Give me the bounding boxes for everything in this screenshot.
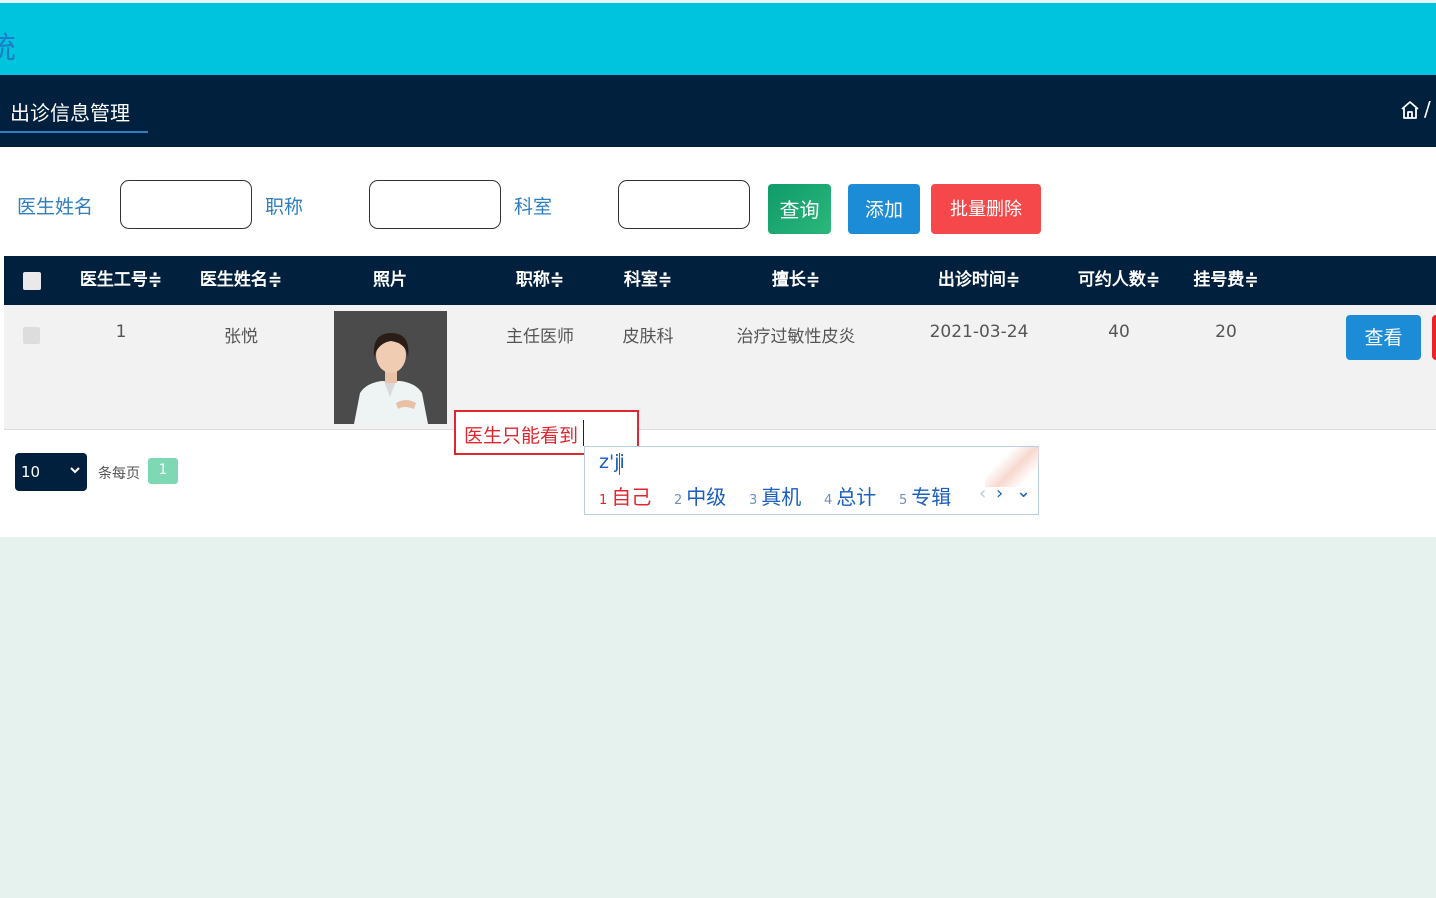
ime-candidate[interactable]: 3 真机 bbox=[749, 481, 801, 510]
ime-candidate[interactable]: 2 中级 bbox=[674, 481, 726, 510]
top-header: 统 bbox=[0, 0, 1436, 75]
batch-delete-button[interactable]: 批量删除 bbox=[931, 184, 1041, 234]
note-text-value: 医生只能看到 bbox=[464, 425, 579, 447]
per-page-label: 条每页 bbox=[98, 466, 140, 482]
query-button[interactable]: 查询 bbox=[768, 184, 831, 234]
cell-department: 皮肤科 bbox=[622, 327, 674, 347]
cell-capacity: 40 bbox=[1108, 322, 1130, 342]
cell-title: 主任医师 bbox=[506, 327, 574, 347]
add-button[interactable]: 添加 bbox=[848, 184, 920, 234]
column-photo: 照片 bbox=[373, 270, 407, 290]
cell-specialty: 治疗过敏性皮炎 bbox=[736, 327, 856, 347]
cell-fee: 20 bbox=[1215, 322, 1237, 342]
ime-candidate-number: 4 bbox=[824, 493, 833, 508]
ime-next-page-icon[interactable]: › bbox=[996, 483, 1003, 504]
title-input[interactable] bbox=[369, 180, 501, 229]
system-title: 统 bbox=[0, 31, 18, 66]
ime-candidate-number: 3 bbox=[749, 493, 758, 508]
select-all-checkbox[interactable] bbox=[23, 272, 41, 290]
breadcrumb-separator: / bbox=[1424, 97, 1431, 121]
table-header: 医生工号≑ 医生姓名≑ 照片 职称≑ 科室≑ 擅长≑ 出诊时间≑ 可约人数≑ 挂… bbox=[4, 256, 1436, 305]
ime-candidate-number: 1 bbox=[599, 493, 608, 508]
ime-caret bbox=[619, 453, 620, 475]
active-tab-indicator bbox=[0, 131, 148, 133]
ime-candidate-text: 中级 bbox=[686, 485, 727, 509]
delete-button[interactable] bbox=[1432, 315, 1436, 360]
title-label: 职称 bbox=[265, 196, 304, 218]
column-capacity[interactable]: 可约人数≑ bbox=[1064, 256, 1174, 305]
ime-candidate[interactable]: 5 专辑 bbox=[899, 481, 951, 510]
cell-visit-date: 2021-03-24 bbox=[929, 322, 1029, 342]
department-input[interactable] bbox=[618, 180, 750, 229]
page-size-select[interactable]: 10 bbox=[15, 453, 87, 491]
doctor-name-input[interactable] bbox=[120, 180, 252, 229]
column-fee[interactable]: 挂号费≑ bbox=[1184, 256, 1268, 305]
view-button[interactable]: 查看 bbox=[1346, 315, 1421, 360]
page-number-current[interactable]: 1 bbox=[148, 458, 178, 484]
department-label: 科室 bbox=[514, 196, 553, 218]
ime-candidate-number: 5 bbox=[899, 493, 908, 508]
ime-candidate-text: 总计 bbox=[836, 485, 877, 509]
text-caret bbox=[583, 420, 584, 446]
ime-candidate-text: 专辑 bbox=[911, 485, 952, 509]
home-icon[interactable] bbox=[1399, 99, 1421, 121]
column-visit-time[interactable]: 出诊时间≑ bbox=[924, 256, 1034, 305]
ime-candidate-text: 真机 bbox=[761, 485, 802, 509]
row-checkbox[interactable] bbox=[23, 327, 40, 344]
cell-doctor-name: 张悦 bbox=[224, 327, 258, 347]
column-specialty[interactable]: 擅长≑ bbox=[756, 256, 836, 305]
ime-candidate[interactable]: 4 总计 bbox=[824, 481, 876, 510]
table-row: 1 张悦 主任医师 皮肤科 治疗过敏性皮炎 2021-03-24 40 20 查… bbox=[4, 305, 1436, 430]
ime-candidate-window: z'ji 1 自己 2 中级 3 真机 4 总计 5 专辑 ‹ › ⌄ bbox=[584, 446, 1039, 515]
tab-visit-info-management[interactable]: 出诊信息管理 bbox=[10, 97, 130, 126]
cell-doctor-id: 1 bbox=[115, 322, 127, 342]
column-doctor-id[interactable]: 医生工号≑ bbox=[76, 256, 166, 305]
doctor-photo bbox=[334, 311, 447, 424]
ime-candidate[interactable]: 1 自己 bbox=[599, 481, 651, 510]
column-doctor-name[interactable]: 医生姓名≑ bbox=[196, 256, 286, 305]
column-title[interactable]: 职称≑ bbox=[500, 256, 580, 305]
chevron-down-icon bbox=[70, 467, 80, 474]
doctor-name-label: 医生姓名 bbox=[17, 196, 94, 218]
ime-expand-icon[interactable]: ⌄ bbox=[1016, 481, 1031, 502]
page-size-value: 10 bbox=[21, 463, 41, 481]
ime-composition: z'ji bbox=[599, 451, 625, 473]
nav-bar: 出诊信息管理 / bbox=[0, 75, 1436, 147]
ime-candidate-number: 2 bbox=[674, 493, 683, 508]
ime-candidate-text: 自己 bbox=[611, 485, 652, 509]
ime-prev-page-icon[interactable]: ‹ bbox=[979, 483, 986, 504]
column-department[interactable]: 科室≑ bbox=[608, 256, 688, 305]
